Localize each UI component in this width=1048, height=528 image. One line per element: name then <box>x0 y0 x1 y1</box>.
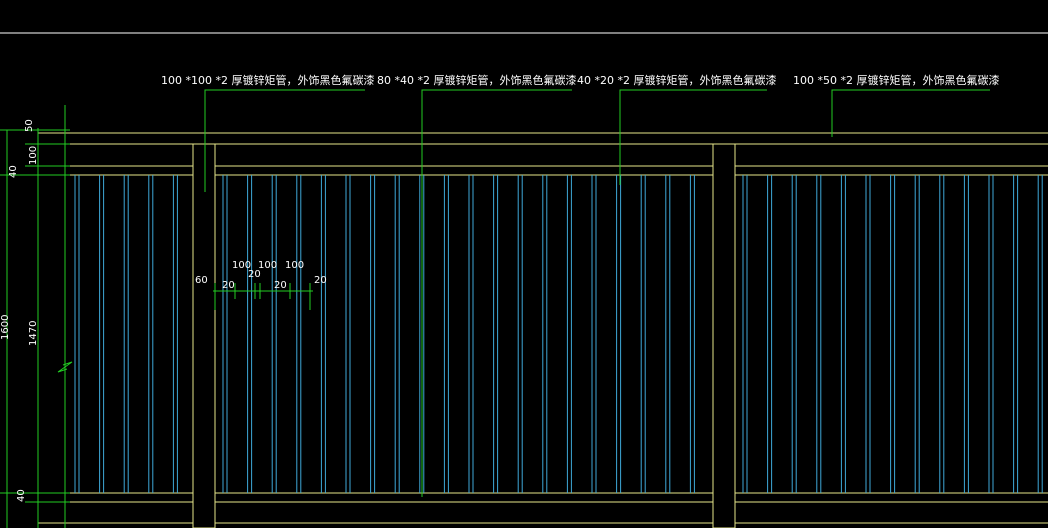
spacing-text-20-a: 20 <box>222 280 235 291</box>
post-2 <box>712 143 736 528</box>
post-1 <box>192 143 216 528</box>
dim-text-40-top: 40 <box>8 165 19 178</box>
baluster-bars <box>74 175 1043 493</box>
dim-text-1600: 1600 <box>0 315 11 340</box>
leader-3 <box>619 89 767 185</box>
spacing-text-100-c: 100 <box>285 260 304 271</box>
callout-text-2: 80 *40 *2 厚镀锌矩管，外饰黑色氟碳漆 <box>377 73 576 87</box>
dim-text-100: 100 <box>28 146 39 165</box>
spacing-text-20-c: 20 <box>274 280 287 291</box>
dim-text-40-bottom: 40 <box>16 489 27 502</box>
callout-text-4: 100 *50 *2 厚镀锌矩管，外饰黑色氟碳漆 <box>793 73 999 87</box>
leader-1 <box>204 89 365 192</box>
callout-text-3: 40 *20 *2 厚镀锌矩管，外饰黑色氟碳漆 <box>577 73 776 87</box>
spacing-text-100-b: 100 <box>258 260 277 271</box>
dim-text-50: 50 <box>24 119 35 132</box>
spacing-text-60: 60 <box>195 275 208 286</box>
cad-drawing-canvas[interactable]: 100 *100 *2 厚镀锌矩管，外饰黑色氟碳漆 80 *40 *2 厚镀锌矩… <box>0 0 1048 528</box>
railing-elevation-drawing: 100 *100 *2 厚镀锌矩管，外饰黑色氟碳漆 80 *40 *2 厚镀锌矩… <box>0 32 1048 528</box>
spacing-text-20-d: 20 <box>314 275 327 286</box>
leader-4 <box>831 89 990 137</box>
callout-text-1: 100 *100 *2 厚镀锌矩管，外饰黑色氟碳漆 <box>161 73 374 87</box>
dim-text-1470: 1470 <box>28 321 39 346</box>
